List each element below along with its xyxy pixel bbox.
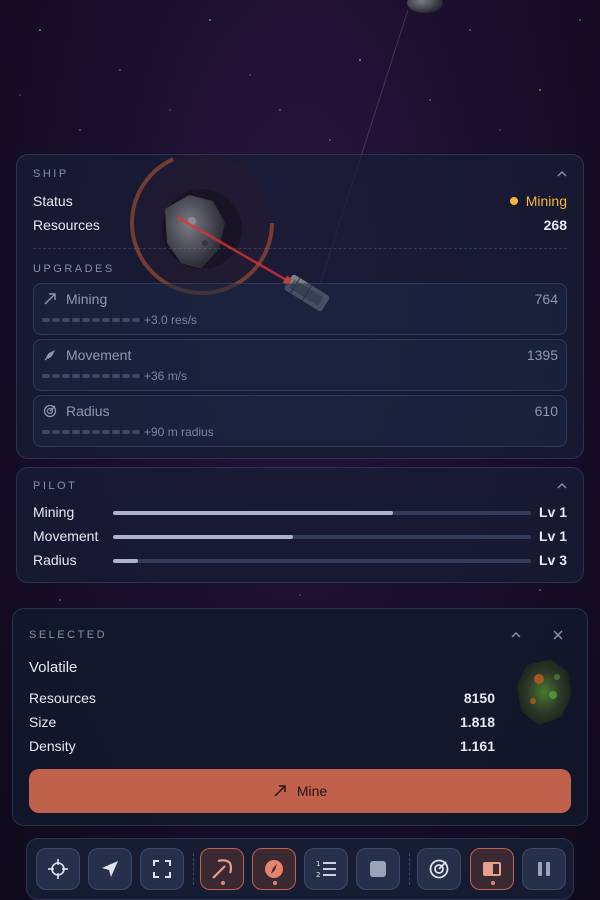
pilot-skill-row: Mining Lv 1 xyxy=(33,502,567,522)
pilot-skill-row: Radius Lv 3 xyxy=(33,550,567,570)
svg-text:1: 1 xyxy=(316,860,320,868)
pickaxe-arrow-icon xyxy=(274,785,286,797)
pickaxe-icon xyxy=(212,859,233,879)
compass-icon xyxy=(265,860,283,878)
skill-name: Movement xyxy=(33,528,99,544)
status-value: Mining xyxy=(509,193,567,209)
upgrades-title: UPGRADES xyxy=(33,263,115,275)
row-value: 8150 xyxy=(463,690,495,706)
divider xyxy=(33,248,567,249)
selected-section-title: SELECTED xyxy=(29,629,108,641)
status-dot-icon xyxy=(509,197,518,205)
center-target-button[interactable] xyxy=(36,848,80,890)
panel-toggle-button[interactable] xyxy=(470,848,514,890)
upgrade-bonus: +3.0 res/s xyxy=(144,313,198,327)
selected-asteroid-name: Volatile xyxy=(29,659,78,676)
ship-section-title: SHIP xyxy=(33,168,69,180)
selected-resources-row: Resources 8150 xyxy=(29,688,495,708)
upgrade-cost: 764 xyxy=(534,291,558,307)
upgrade-name: Radius xyxy=(66,403,110,419)
numbered-list-icon: 1 2 xyxy=(316,860,336,879)
active-indicator xyxy=(273,881,277,885)
fullscreen-icon xyxy=(153,860,171,878)
upgrade-progress xyxy=(42,374,140,378)
upgrade-movement[interactable]: Movement 1395 +36 m/s xyxy=(33,339,567,391)
upgrade-cost: 1395 xyxy=(526,347,558,363)
rocket-icon xyxy=(44,350,55,361)
row-value: 1.818 xyxy=(459,714,495,730)
upgrade-mining[interactable]: Mining 764 +3.0 res/s xyxy=(33,283,567,335)
asteroid-thumbnail xyxy=(517,659,571,725)
navigate-button[interactable] xyxy=(88,848,132,890)
explore-button[interactable] xyxy=(252,848,296,890)
resources-value: 268 xyxy=(543,217,567,233)
collapse-selected-icon[interactable] xyxy=(509,628,523,642)
bottom-toolbar: 1 2 xyxy=(26,838,574,900)
pilot-section-title: PILOT xyxy=(33,480,78,492)
row-label: Resources xyxy=(29,690,96,706)
radar-icon xyxy=(429,859,449,879)
mine-button-label: Mine xyxy=(296,783,328,799)
svg-text:2: 2 xyxy=(316,871,320,879)
close-icon[interactable] xyxy=(551,628,565,642)
upgrade-bonus: +36 m/s xyxy=(144,369,188,383)
skill-progress-bar xyxy=(113,535,531,539)
ship-panel: SHIP Status Mining Resources 268 UPGRADE… xyxy=(16,151,584,459)
skill-level: Lv 1 xyxy=(538,528,567,544)
pause-icon xyxy=(538,862,550,876)
collapse-ship-icon[interactable] xyxy=(555,167,569,181)
upgrade-progress xyxy=(42,430,140,434)
resources-label: Resources xyxy=(33,217,100,233)
active-indicator xyxy=(491,881,495,885)
skill-progress-bar xyxy=(113,559,531,563)
skill-level: Lv 3 xyxy=(538,552,567,568)
row-label: Size xyxy=(29,714,57,730)
mine-button[interactable]: Mine xyxy=(29,769,571,813)
selected-density-row: Density 1.161 xyxy=(29,736,495,756)
row-label: Density xyxy=(29,738,76,754)
selected-panel: SELECTED Volatile Resources 8150 Size 1.… xyxy=(12,608,588,826)
upgrade-progress xyxy=(42,318,140,322)
radar-icon xyxy=(43,404,57,418)
distant-asteroid[interactable] xyxy=(407,0,443,13)
stop-icon xyxy=(370,861,386,877)
skill-name: Mining xyxy=(33,504,75,520)
queue-button[interactable]: 1 2 xyxy=(304,848,348,890)
upgrade-bonus: +90 m radius xyxy=(144,425,214,439)
upgrade-name: Movement xyxy=(66,347,132,363)
crosshair-icon xyxy=(48,859,68,879)
status-row: Status Mining xyxy=(33,191,567,211)
active-indicator xyxy=(221,881,225,885)
pilot-panel: PILOT Mining Lv 1 Movement Lv 1 Radius L… xyxy=(16,467,584,583)
upgrade-radius[interactable]: Radius 610 +90 m radius xyxy=(33,395,567,447)
upgrade-cost: 610 xyxy=(534,403,558,419)
toolbar-divider xyxy=(193,853,194,885)
skill-level: Lv 1 xyxy=(538,504,567,520)
pilot-skill-row: Movement Lv 1 xyxy=(33,526,567,546)
collapse-pilot-icon[interactable] xyxy=(555,479,569,493)
row-value: 1.161 xyxy=(459,738,495,754)
scan-button[interactable] xyxy=(417,848,461,890)
resources-row: Resources 268 xyxy=(33,215,567,235)
upgrade-name: Mining xyxy=(66,291,108,307)
pickaxe-arrow-icon xyxy=(44,293,56,305)
toolbar-divider xyxy=(409,853,410,885)
selected-size-row: Size 1.818 xyxy=(29,712,495,732)
stop-button[interactable] xyxy=(356,848,400,890)
pause-button[interactable] xyxy=(522,848,566,890)
navigation-arrow-icon xyxy=(102,861,118,877)
panel-icon xyxy=(483,862,501,876)
skill-progress-bar xyxy=(113,511,531,515)
skill-name: Radius xyxy=(33,552,77,568)
status-label: Status xyxy=(33,193,73,209)
fullscreen-button[interactable] xyxy=(140,848,184,890)
mine-mode-button[interactable] xyxy=(200,848,244,890)
